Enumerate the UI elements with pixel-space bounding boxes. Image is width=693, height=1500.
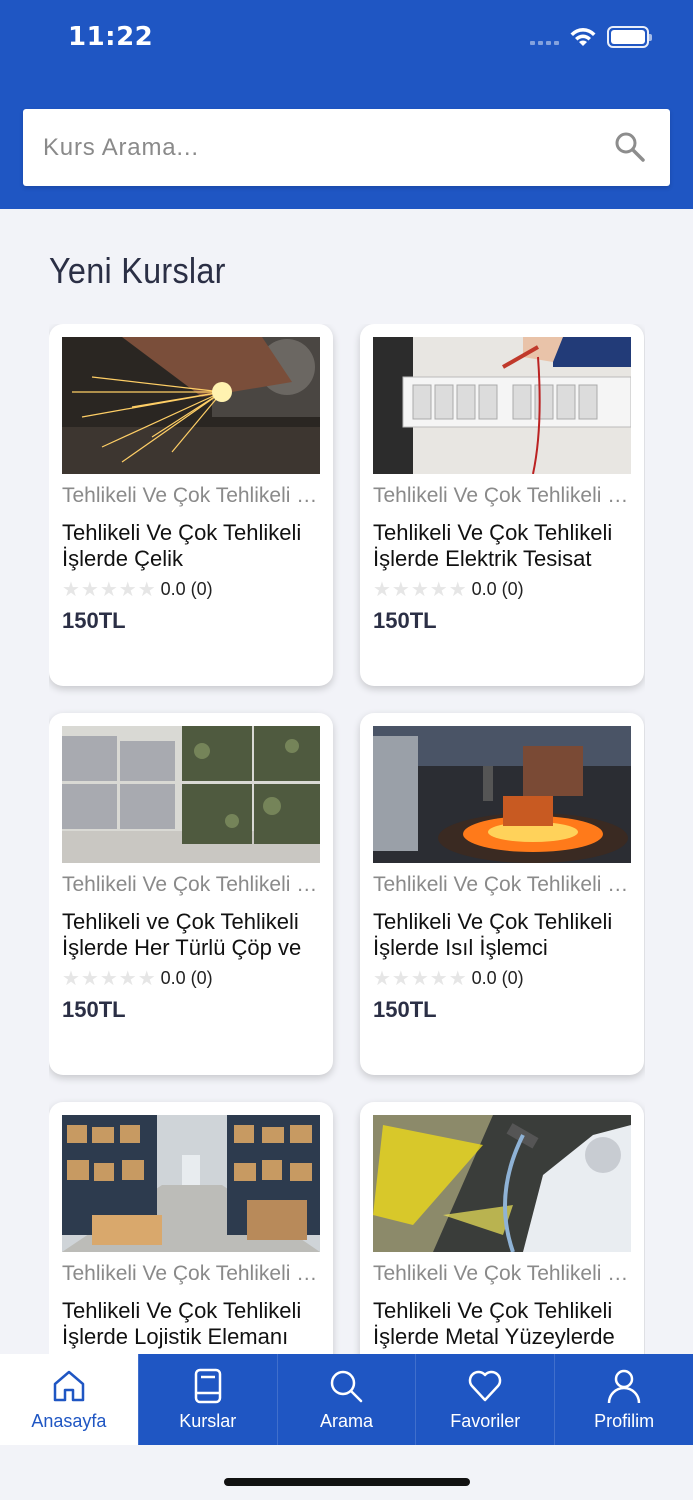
course-image-waste — [62, 726, 320, 863]
course-category: Tehlikeli Ve Çok Tehlikeli İşlerde — [373, 484, 631, 507]
course-image-spray — [373, 1115, 631, 1252]
course-price: 150TL — [62, 997, 126, 1022]
star-rating-icon: ★★★★★ — [62, 579, 157, 601]
status-icons — [530, 26, 652, 48]
tab-kurslar[interactable]: Kurslar — [137, 1354, 277, 1445]
course-title: Tehlikeli Ve Çok Tehlikeli İşlerde Elekt… — [373, 520, 613, 571]
course-grid: Tehlikeli Ve Çok Tehlikeli İşlerde Tehli… — [49, 324, 645, 1354]
course-image-furnace — [373, 726, 631, 863]
search-box[interactable] — [23, 109, 670, 186]
course-card[interactable]: Tehlikeli Ve Çok Tehlikeli İşlerde Tehli… — [49, 1102, 333, 1354]
home-icon — [53, 1370, 85, 1402]
home-indicator-area — [0, 1445, 693, 1500]
tab-arama[interactable]: Arama — [276, 1354, 416, 1445]
status-time: 11:22 — [68, 22, 154, 52]
tab-label: Profilim — [594, 1411, 655, 1431]
course-title: Tehlikeli Ve Çok Tehlikeli İşlerde Lojis… — [62, 1298, 302, 1349]
course-category: Tehlikeli Ve Çok Tehlikeli İşlerde — [62, 484, 320, 507]
tab-favoriler[interactable]: Favoriler — [415, 1354, 554, 1445]
course-price: 150TL — [373, 997, 437, 1022]
course-card[interactable]: Tehlikeli Ve Çok Tehlikeli İşlerde Tehli… — [360, 1102, 644, 1354]
course-title: Tehlikeli Ve Çok Tehlikeli İşlerde Çelik — [62, 520, 302, 571]
course-category: Tehlikeli Ve Çok Tehlikeli İşlerde — [373, 1262, 631, 1285]
tab-anasayfa[interactable]: Anasayfa — [0, 1354, 138, 1445]
rating-value: 0.0 (0) — [471, 968, 524, 988]
star-rating-icon: ★★★★★ — [373, 968, 468, 990]
tab-label: Favoriler — [450, 1411, 521, 1431]
rating-value: 0.0 (0) — [160, 579, 213, 599]
course-price: 150TL — [373, 608, 437, 633]
user-icon — [607, 1369, 641, 1404]
course-category: Tehlikeli Ve Çok Tehlikeli İşlerde — [62, 873, 320, 896]
bottom-tab-bar: Anasayfa Kurslar Arama Favoriler Profili… — [0, 1354, 693, 1445]
course-image-warehouse — [62, 1115, 320, 1252]
course-image-electrical — [373, 337, 631, 474]
star-rating-icon: ★★★★★ — [373, 579, 468, 601]
heart-icon — [469, 1370, 502, 1402]
tab-label: Arama — [319, 1411, 373, 1431]
course-card[interactable]: Tehlikeli Ve Çok Tehlikeli İşlerde Tehli… — [49, 324, 333, 686]
course-title: Tehlikeli Ve Çok Tehlikeli İşlerde Isıl … — [373, 909, 613, 960]
course-rating: ★★★★★ 0.0 (0) — [62, 966, 213, 991]
course-rating: ★★★★★ 0.0 (0) — [62, 577, 213, 602]
home-indicator[interactable] — [224, 1478, 470, 1486]
book-icon — [194, 1368, 221, 1404]
rating-value: 0.0 (0) — [160, 968, 213, 988]
course-card[interactable]: Tehlikeli Ve Çok Tehlikeli İşlerde Tehli… — [360, 713, 644, 1075]
section-title: Yeni Kurslar — [49, 250, 226, 291]
course-title: Tehlikeli Ve Çok Tehlikeli İşlerde Metal… — [373, 1298, 615, 1349]
header-bar: 11:22 — [0, 0, 693, 209]
course-rating: ★★★★★ 0.0 (0) — [373, 577, 524, 602]
wifi-icon — [570, 28, 596, 46]
tab-profilim[interactable]: Profilim — [554, 1354, 693, 1445]
tab-label: Kurslar — [179, 1411, 237, 1431]
search-icon — [331, 1370, 363, 1403]
course-title: Tehlikeli ve Çok Tehlikeli İşlerde Her T… — [62, 909, 302, 960]
course-card[interactable]: Tehlikeli Ve Çok Tehlikeli İşlerde Tehli… — [360, 324, 644, 686]
tab-label: Anasayfa — [31, 1411, 107, 1431]
course-category: Tehlikeli Ve Çok Tehlikeli İşlerde — [62, 1262, 320, 1285]
course-card[interactable]: Tehlikeli Ve Çok Tehlikeli İşlerde Tehli… — [49, 713, 333, 1075]
cellular-signal-icon — [530, 41, 559, 45]
search-icon[interactable] — [614, 131, 646, 163]
search-input[interactable] — [43, 133, 603, 162]
course-rating: ★★★★★ 0.0 (0) — [373, 966, 524, 991]
course-image-welding — [62, 337, 320, 474]
rating-value: 0.0 (0) — [471, 579, 524, 599]
star-rating-icon: ★★★★★ — [62, 968, 157, 990]
course-category: Tehlikeli Ve Çok Tehlikeli İşlerde — [373, 873, 631, 896]
course-price: 150TL — [62, 608, 126, 633]
battery-icon — [607, 26, 652, 48]
